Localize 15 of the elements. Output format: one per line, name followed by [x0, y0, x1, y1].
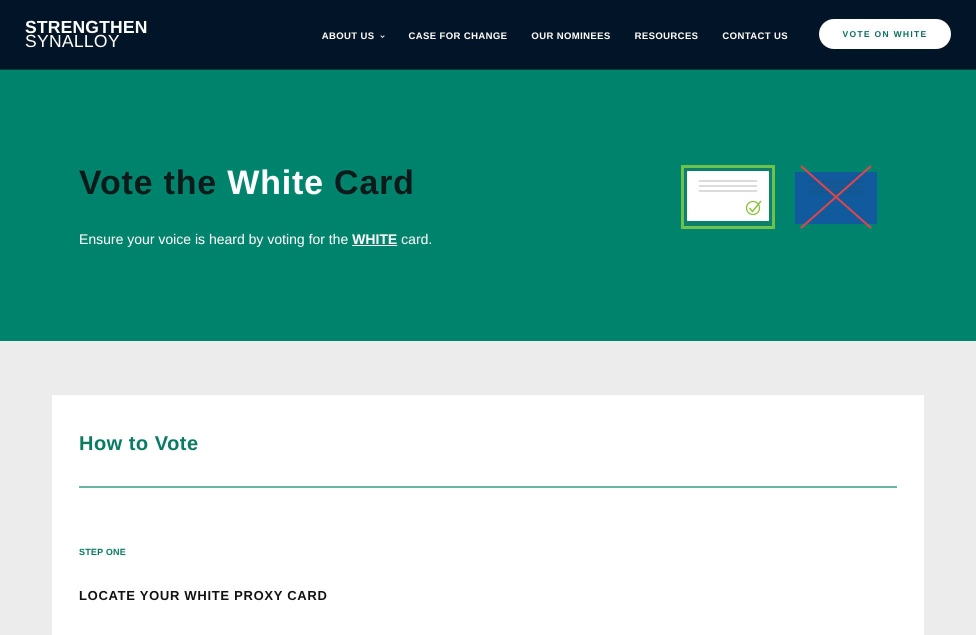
inline-link[interactable]: WHITE	[352, 231, 398, 247]
section-heading: How to Vote	[79, 432, 199, 457]
hero-title: Vote the White Card	[79, 165, 415, 201]
crossed-card-icon	[795, 165, 877, 229]
nav-link[interactable]: CONTACT US	[722, 30, 788, 42]
nav-link[interactable]: ABOUT US	[322, 30, 384, 42]
step-title: LOCATE YOUR WHITE PROXY CARD	[79, 588, 328, 604]
checked-card-icon	[681, 165, 775, 229]
hero-subtitle: Ensure your voice is heard by voting for the WHITE card.	[79, 230, 432, 249]
logo[interactable]: STRENGTHEN SYNALLOY	[25, 20, 148, 48]
vote-button[interactable]: VOTE ON WHITE	[819, 18, 951, 48]
nav-link[interactable]: OUR NOMINEES	[531, 30, 611, 42]
step-label: STEP ONE	[79, 546, 126, 558]
nav-link[interactable]: RESOURCES	[634, 30, 698, 42]
nav-link[interactable]: CASE FOR CHANGE	[408, 30, 508, 42]
